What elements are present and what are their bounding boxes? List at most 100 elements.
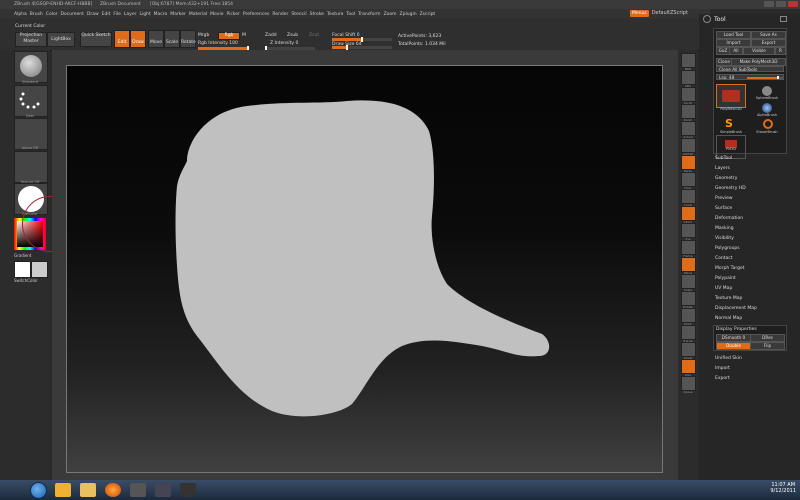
clone-all-subtools-button[interactable]: Clone All SubTools <box>716 66 784 72</box>
lightbox-button[interactable]: LightBox <box>47 32 75 47</box>
display-properties-label[interactable]: Display Properties <box>716 327 757 332</box>
tray-visibility[interactable]: Visibility <box>715 236 734 241</box>
shelf-persp-button[interactable] <box>681 155 696 170</box>
secondary-color-swatch[interactable] <box>31 261 48 278</box>
zsub-label[interactable]: Zsub <box>287 33 298 38</box>
dres-slider[interactable]: DRes <box>750 334 785 342</box>
tray-geometry-hd[interactable]: Geometry HD <box>715 186 746 191</box>
menu-edit[interactable]: Edit <box>102 12 111 17</box>
shelf-bpr-button[interactable] <box>681 53 696 68</box>
menu-render[interactable]: Render <box>272 12 288 17</box>
rotate-button[interactable]: Rotate <box>180 30 196 48</box>
save-as-button[interactable]: Save As <box>751 31 786 39</box>
tray-polygroups[interactable]: Polygroups <box>715 246 740 251</box>
menu-texture[interactable]: Texture <box>327 12 343 17</box>
menu-macro[interactable]: Macro <box>154 12 168 17</box>
clone-button[interactable]: Clone <box>716 58 732 66</box>
shelf-zoom-button[interactable] <box>681 104 696 119</box>
tray-subtool[interactable]: SubTool <box>715 156 732 161</box>
shelf-rotate-button[interactable] <box>681 291 696 306</box>
focal-shift-slider[interactable] <box>332 37 392 42</box>
export-button[interactable]: Export <box>751 39 786 47</box>
menu-file[interactable]: File <box>113 12 121 17</box>
menu-document[interactable]: Document <box>61 12 84 17</box>
shelf-aahalf-button[interactable] <box>681 138 696 153</box>
goz-button[interactable]: GoZ <box>716 47 730 55</box>
scale-button[interactable]: Scale <box>164 30 180 48</box>
switch-color-label[interactable]: SwitchColor <box>14 278 38 283</box>
shelf-spix-button[interactable] <box>681 70 696 85</box>
make-polymesh-button[interactable]: Make PolyMesh3D <box>731 58 786 66</box>
stroke-slot[interactable] <box>14 85 48 117</box>
menu-brush[interactable]: Brush <box>30 12 43 17</box>
tray-import[interactable]: Import <box>715 366 730 371</box>
menu-stencil[interactable]: Stencil <box>291 12 306 17</box>
menu-transform[interactable]: Transform <box>358 12 380 17</box>
minimize-button[interactable] <box>764 1 774 7</box>
polymesh3d-thumb[interactable] <box>716 84 746 108</box>
menu-zoom[interactable]: Zoom <box>384 12 397 17</box>
tray-normal-map[interactable]: Normal Map <box>715 316 742 321</box>
zbrush-taskbar-icon[interactable] <box>130 483 146 497</box>
maximize-button[interactable] <box>776 1 786 7</box>
default-zscript-button[interactable]: DefaultZScript <box>652 10 688 16</box>
double-button[interactable]: Double <box>716 342 751 350</box>
menu-movie[interactable]: Movie <box>210 12 223 17</box>
shelf-xpose-button[interactable] <box>681 376 696 391</box>
tray-export[interactable]: Export <box>715 376 730 381</box>
menu-zplugin[interactable]: Zplugin <box>400 12 417 17</box>
pen-app-icon[interactable] <box>155 483 171 497</box>
zadd-label[interactable]: Zadd <box>265 33 277 38</box>
import-button[interactable]: Import <box>716 39 751 47</box>
shelf-floor-button[interactable] <box>681 172 696 187</box>
menu-stroke[interactable]: Stroke <box>310 12 324 17</box>
tray-surface[interactable]: Surface <box>715 206 732 211</box>
document-canvas[interactable] <box>66 65 663 473</box>
tray-layers[interactable]: Layers <box>715 166 730 171</box>
shelf-move-button[interactable] <box>681 257 696 272</box>
tray-unified-skin[interactable]: Unified Skin <box>715 356 742 361</box>
sculpt-mesh[interactable] <box>67 66 664 474</box>
firefox-icon[interactable] <box>105 483 121 497</box>
main-color-swatch[interactable] <box>14 261 31 278</box>
menu-material[interactable]: Material <box>189 12 207 17</box>
dsmooth-slider[interactable]: DSmooth 0 <box>716 334 751 342</box>
flip-button[interactable]: Flip <box>750 342 785 350</box>
menus-toggle-button[interactable]: Menus <box>630 9 649 17</box>
shelf-transp-button[interactable] <box>681 325 696 340</box>
shelf-scroll-button[interactable] <box>681 87 696 102</box>
gradient-label[interactable]: Gradient <box>14 253 31 258</box>
rgb-button[interactable]: Rgb <box>218 32 240 40</box>
brush-slot[interactable] <box>14 51 48 83</box>
visible-button[interactable]: Visible <box>743 47 775 55</box>
shelf-xyz-button[interactable] <box>681 223 696 238</box>
menu-zscript[interactable]: Zscript <box>420 12 436 17</box>
texture-slot[interactable] <box>14 151 48 183</box>
m-label[interactable]: M <box>242 33 246 38</box>
quick-sketch-button[interactable]: Quick Sketch <box>80 32 112 47</box>
tray-uv-map[interactable]: UV Map <box>715 286 732 291</box>
tray-dock-icon[interactable] <box>780 16 787 22</box>
shelf-lsym-button[interactable] <box>681 206 696 221</box>
edit-button[interactable]: Edit <box>114 30 130 48</box>
menu-picker[interactable]: Picker <box>226 12 239 17</box>
tray-geometry[interactable]: Geometry <box>715 176 737 181</box>
tray-deformation[interactable]: Deformation <box>715 216 743 221</box>
menu-tool[interactable]: Tool <box>346 12 355 17</box>
shelf-solo-button[interactable] <box>681 359 696 374</box>
menu-color[interactable]: Color <box>46 12 58 17</box>
move-button[interactable]: Move <box>148 30 164 48</box>
menu-layer[interactable]: Layer <box>124 12 137 17</box>
tray-pin-icon[interactable] <box>703 15 711 23</box>
tray-preview[interactable]: Preview <box>715 196 733 201</box>
menu-light[interactable]: Light <box>139 12 150 17</box>
load-tool-button[interactable]: Load Tool <box>716 31 751 39</box>
menu-draw[interactable]: Draw <box>87 12 99 17</box>
tray-displacement-map[interactable]: Displacement Map <box>715 306 757 311</box>
tray-contact[interactable]: Contact <box>715 256 733 261</box>
projection-master-button[interactable]: Projection Master <box>15 32 47 47</box>
lsp-slider[interactable]: Lsp: 48 <box>716 74 784 80</box>
folder-icon[interactable] <box>80 483 96 497</box>
draw-size-slider[interactable] <box>332 45 392 50</box>
tray-polypaint[interactable]: Polypaint <box>715 276 736 281</box>
